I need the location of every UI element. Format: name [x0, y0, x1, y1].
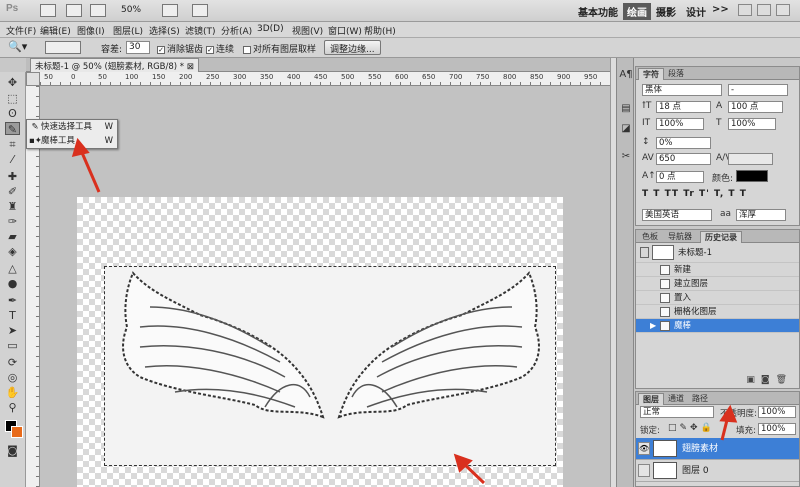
annotation-arrows	[71, 137, 738, 485]
arrow-to-flyout	[78, 147, 101, 193]
arrowhead-lock	[719, 404, 738, 423]
arrowhead-flyout	[71, 137, 90, 158]
